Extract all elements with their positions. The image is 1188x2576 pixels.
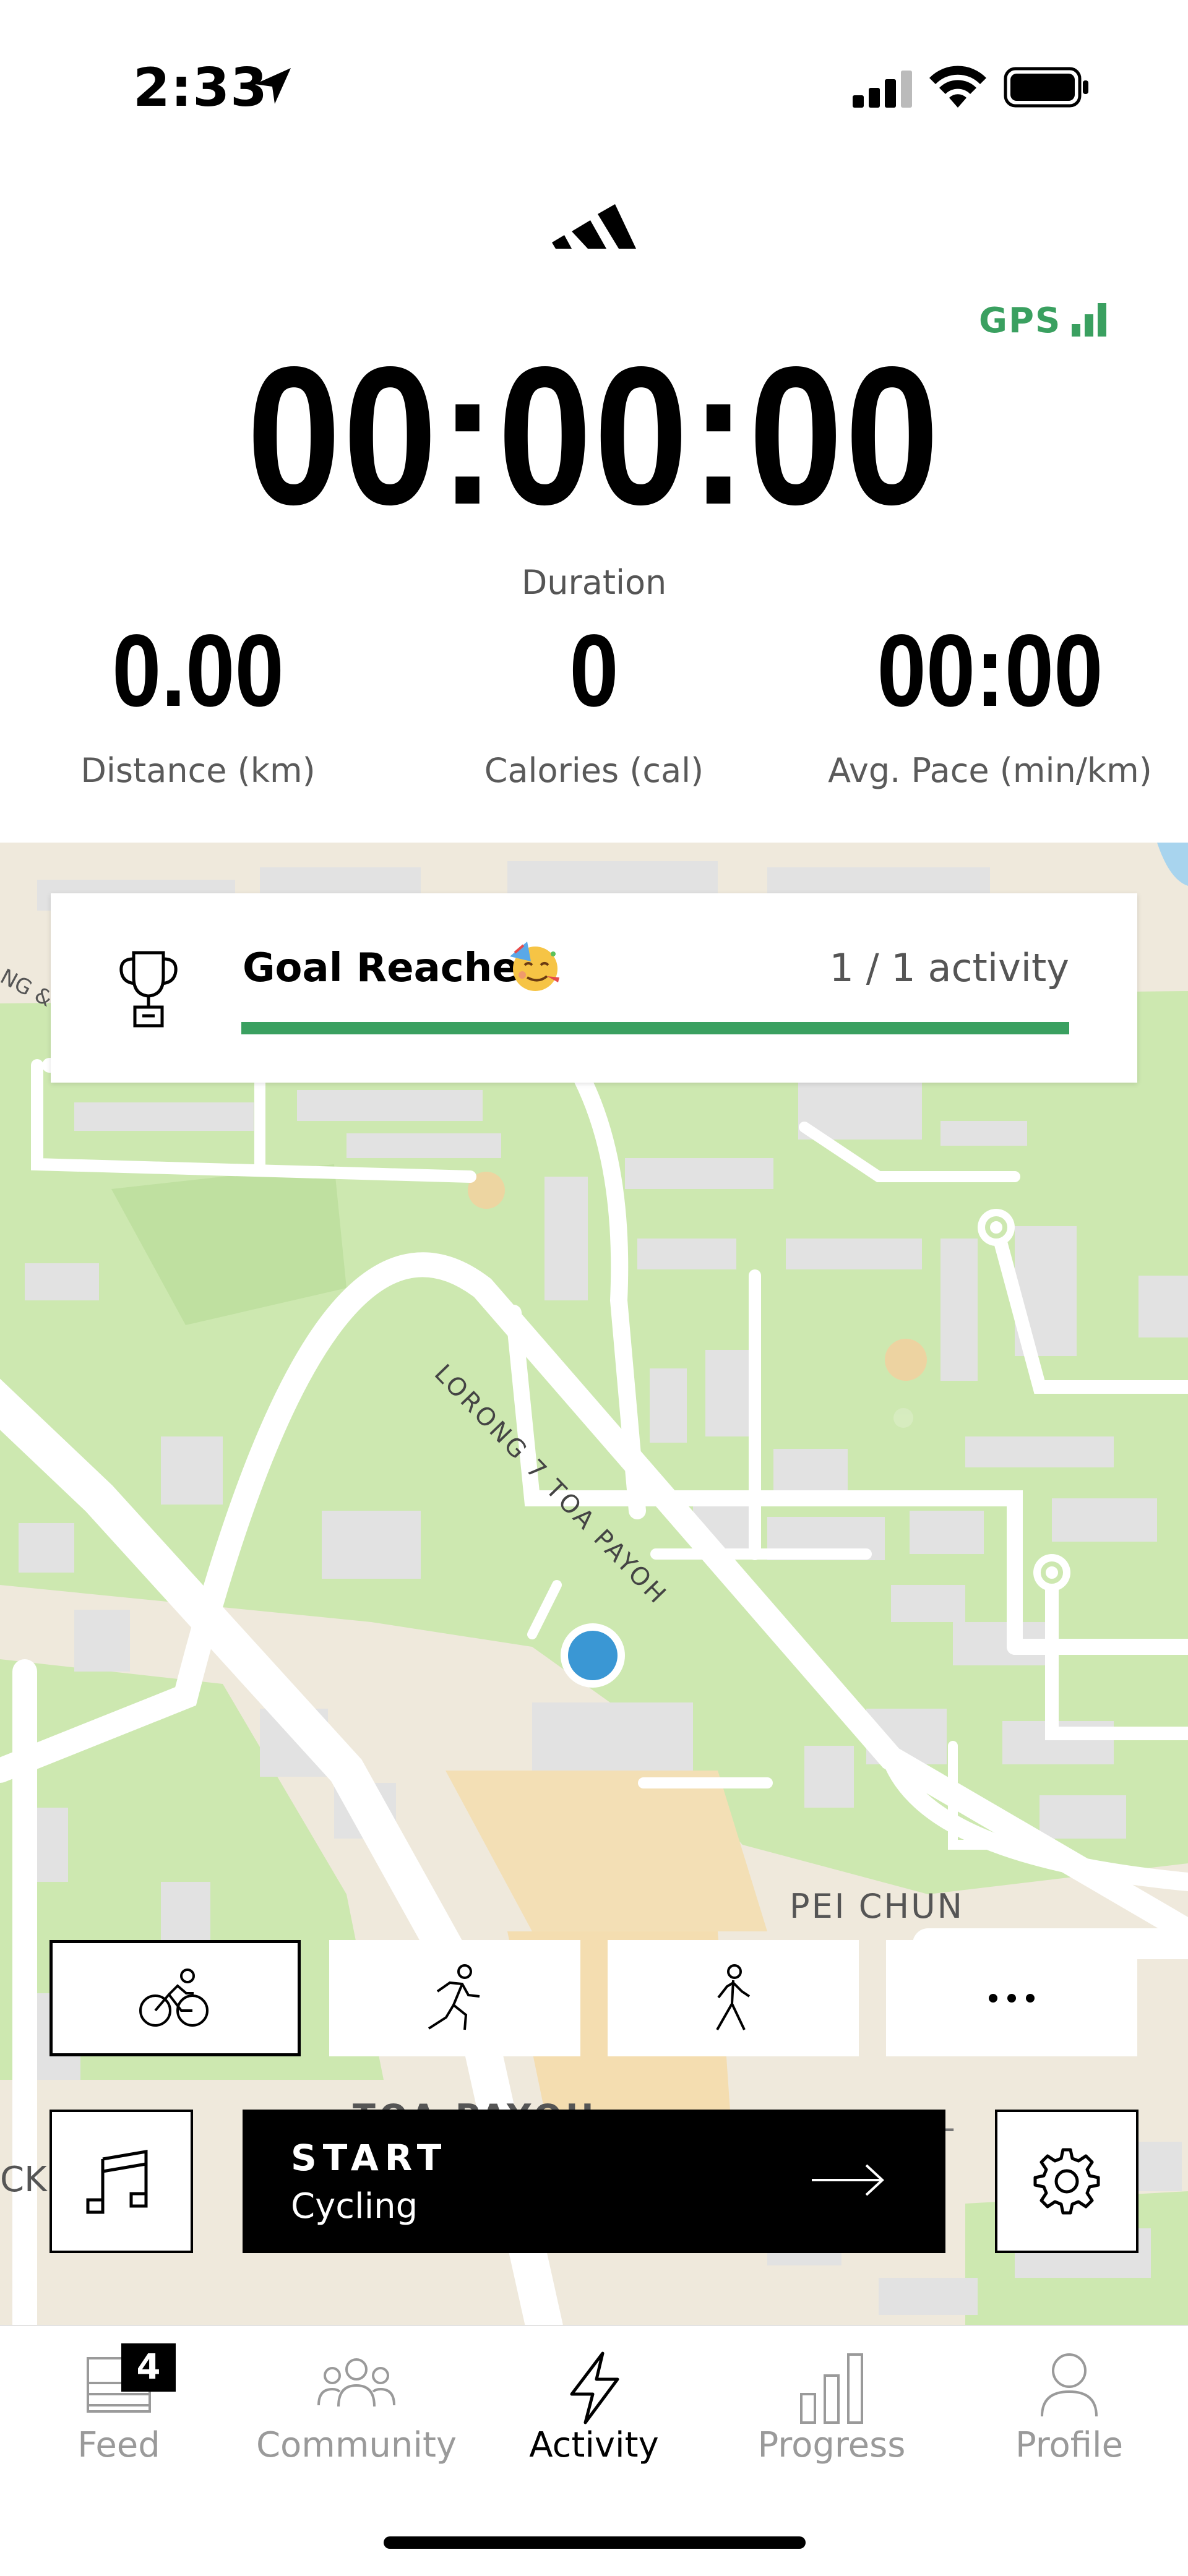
community-icon [317,2358,395,2407]
start-activity-label: Cycling [291,2186,418,2226]
tab-profile-label: Profile [1015,2425,1124,2465]
sport-running-button[interactable] [329,1940,580,2056]
cycling-icon [139,1968,209,2027]
sport-more-button[interactable] [886,1940,1137,2056]
tab-community[interactable]: Community [238,2326,475,2512]
lightning-bolt-icon [570,2351,619,2424]
goal-count: 1 / 1 activity [829,945,1069,990]
more-dots-icon [989,1994,1035,2003]
distance-label: Distance (km) [80,751,316,790]
distance-value: 0.00 [112,614,284,728]
music-note-icon [86,2150,148,2214]
feed-badge: 4 [121,2343,176,2392]
duration-timer: 00:00:00 [246,326,942,546]
goal-progress-bar [241,1022,1069,1034]
start-label: START [291,2137,448,2179]
settings-button[interactable] [995,2110,1138,2253]
wifi-icon [929,66,986,108]
status-time: 2:33 [133,57,268,119]
goal-card[interactable]: Goal Reached 1 / 1 activity [51,893,1137,1083]
map-area-label: PEI CHUN [790,1887,964,1926]
adidas-logo-icon [552,204,636,249]
tab-feed[interactable]: 4 Feed [0,2326,238,2512]
pace-value: 00:00 [877,614,1103,728]
gear-icon [1033,2148,1100,2215]
gps-label: GPS [979,301,1062,341]
tab-activity[interactable]: Activity [475,2326,713,2512]
calories-label: Calories (cal) [484,751,704,790]
duration-label: Duration [521,563,667,602]
tab-profile[interactable]: Profile [950,2326,1188,2512]
goal-title: Goal Reached [243,945,548,991]
home-indicator [384,2536,806,2549]
map-edge-label-left: CK [0,2160,48,2200]
music-button[interactable] [50,2110,193,2253]
tab-activity-label: Activity [529,2425,659,2465]
gps-signal-icon [1072,303,1106,337]
trophy-icon [119,951,178,1028]
tab-community-label: Community [256,2425,457,2465]
sport-walking-button[interactable] [608,1940,859,2056]
partying-face-icon [510,942,559,991]
sport-cycling-button[interactable] [50,1940,301,2056]
tab-progress-label: Progress [757,2425,906,2465]
walking-icon [716,1964,751,2030]
location-arrow-icon [255,68,291,104]
cellular-signal-icon [853,71,912,108]
bar-chart-icon [800,2353,863,2424]
start-activity-button[interactable]: START Cycling [243,2110,945,2253]
profile-icon [1041,2353,1098,2417]
running-icon [428,1964,480,2030]
tab-progress[interactable]: Progress [713,2326,950,2512]
pace-label: Avg. Pace (min/km) [828,751,1152,790]
arrow-right-icon [812,2164,884,2196]
battery-icon [1004,67,1088,108]
calories-value: 0 [569,614,619,728]
tab-feed-label: Feed [77,2425,160,2465]
